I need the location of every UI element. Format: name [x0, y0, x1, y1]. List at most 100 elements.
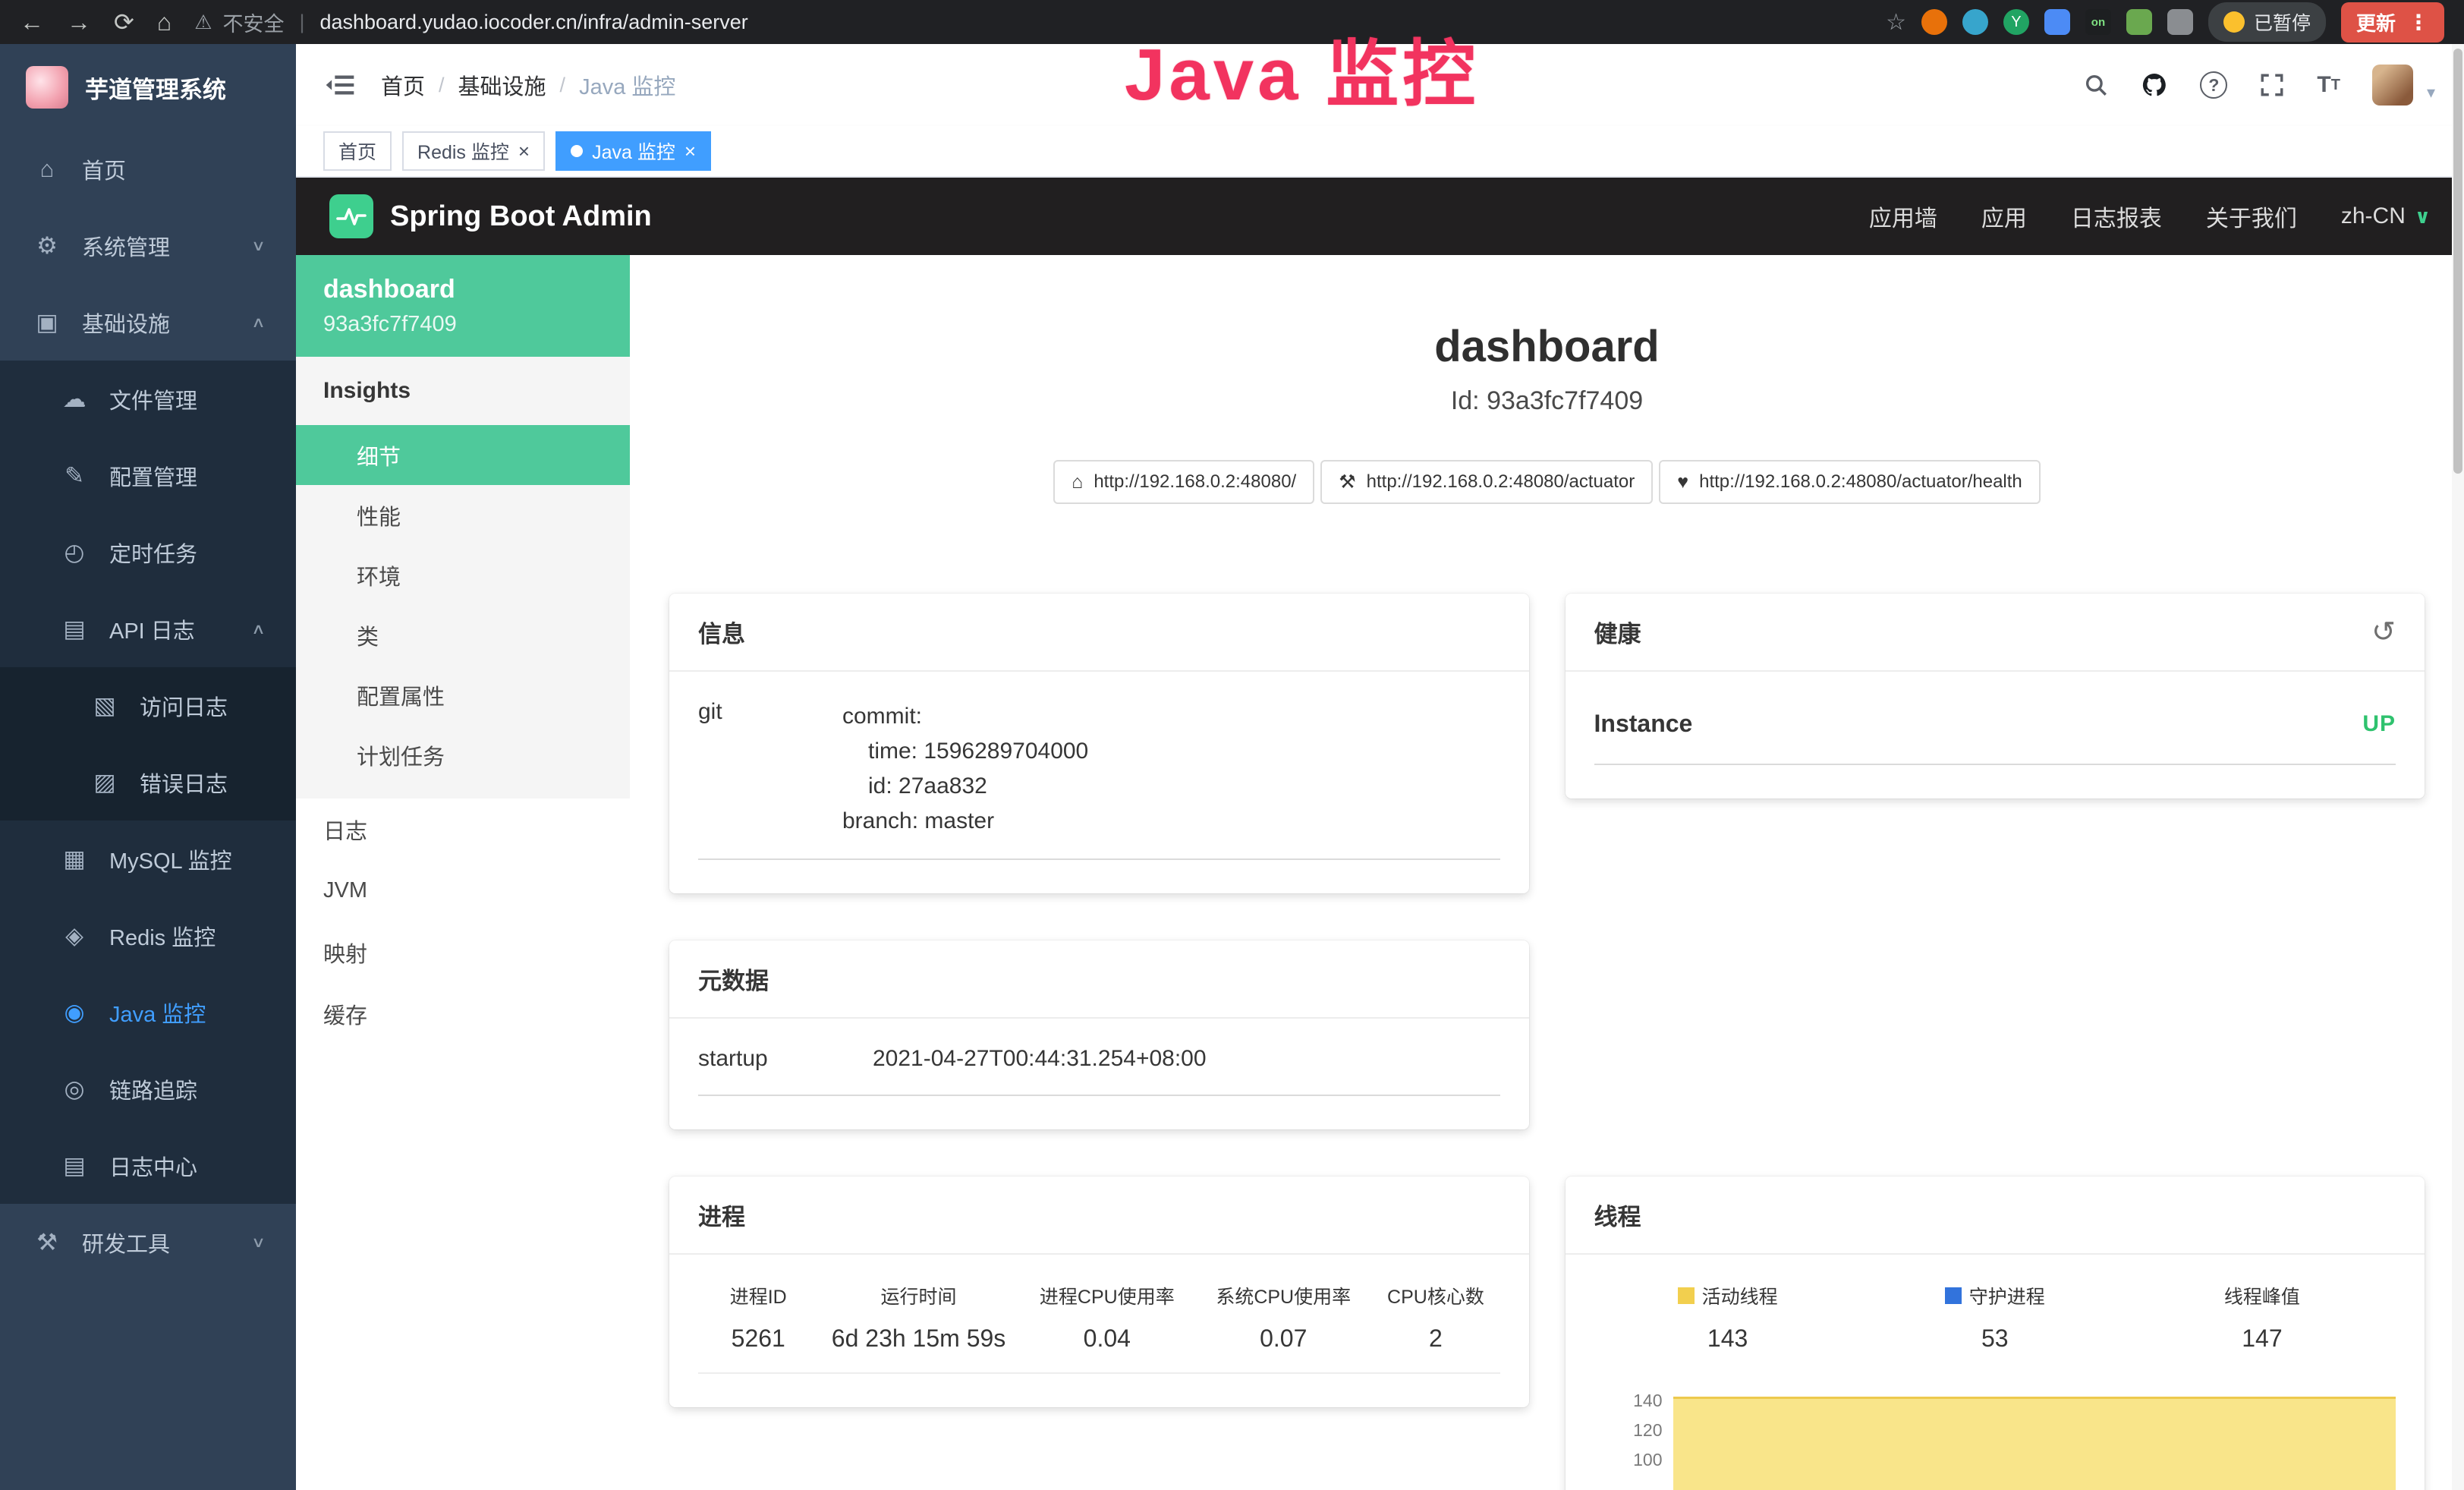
actuator-url-button[interactable]: ⚒ http://192.168.0.2:48080/actuator [1320, 460, 1653, 504]
sidebar-item-file-mgmt[interactable]: ☁ 文件管理 [0, 361, 296, 437]
process-card-title: 进程 [698, 1198, 745, 1232]
menu-item-details[interactable]: 细节 [296, 425, 630, 485]
process-header-uptime: 运行时间 [818, 1282, 1018, 1309]
nav-app-wall[interactable]: 应用墙 [1869, 200, 1937, 233]
extension-puzzle-icon[interactable] [2167, 9, 2193, 35]
sidebar-item-scheduled-tasks[interactable]: ◴ 定时任务 [0, 514, 296, 591]
extension-icon-5[interactable] [2126, 9, 2152, 35]
menu-item-scheduled-tasks[interactable]: 计划任务 [296, 725, 630, 785]
sidebar-item-trace[interactable]: ◎ 链路追踪 [0, 1051, 296, 1127]
nav-about[interactable]: 关于我们 [2206, 200, 2297, 233]
process-header-pid: 进程ID [698, 1282, 818, 1309]
extension-on-badge-icon[interactable]: on [2085, 9, 2111, 35]
extension-icon-1[interactable] [1921, 9, 1947, 35]
menu-item-caches[interactable]: 缓存 [296, 983, 630, 1044]
app-logo [26, 66, 68, 109]
log-center-icon: ▤ [59, 1152, 90, 1180]
breadcrumb-infrastructure[interactable]: 基础设施 [458, 69, 546, 101]
sidebar-item-access-logs[interactable]: ▧ 访问日志 [0, 667, 296, 744]
sidebar-item-mysql-monitor[interactable]: ▦ MySQL 监控 [0, 821, 296, 897]
sidebar-collapse-icon[interactable] [325, 72, 355, 98]
home-icon[interactable]: ⌂ [157, 8, 172, 36]
menu-item-beans[interactable]: 类 [296, 605, 630, 665]
help-icon[interactable]: ? [2200, 71, 2227, 99]
paused-label: 已暂停 [2254, 8, 2311, 36]
sidebar-item-infrastructure[interactable]: ▣ 基础设施 ∧ [0, 284, 296, 361]
caret-down-icon[interactable]: ▾ [2427, 83, 2435, 106]
history-icon[interactable]: ↺ [2371, 618, 2396, 647]
instance-header[interactable]: dashboard 93a3fc7f7409 [296, 255, 630, 357]
health-key: Instance [1594, 710, 1693, 738]
nav-applications[interactable]: 应用 [1981, 200, 2027, 233]
tab-label: Java 监控 [592, 137, 675, 165]
instance-url-button[interactable]: ⌂ http://192.168.0.2:48080/ [1053, 460, 1314, 504]
nav-journal[interactable]: 日志报表 [2071, 200, 2162, 233]
app-title: 芋道管理系统 [85, 71, 226, 105]
scrollbar-thumb[interactable] [2453, 49, 2462, 474]
update-button[interactable]: 更新 ⋮ [2341, 2, 2444, 43]
avatar[interactable] [2372, 65, 2413, 106]
chevron-down-icon: ∨ [251, 237, 266, 254]
close-icon[interactable]: × [684, 141, 696, 161]
sba-logo-icon[interactable] [329, 194, 373, 238]
tab-redis-monitor[interactable]: Redis 监控 × [402, 131, 545, 171]
font-size-icon[interactable]: TT [2317, 72, 2340, 98]
browser-menu-icon[interactable]: ⋮ [2408, 10, 2429, 35]
legend-value: 53 [1861, 1325, 2129, 1353]
api-log-icon: ▤ [59, 616, 90, 643]
app-logo-row[interactable]: 芋道管理系统 [0, 44, 296, 131]
locale-select[interactable]: zh-CN ∨ [2341, 203, 2431, 229]
paused-badge[interactable]: 已暂停 [2208, 2, 2326, 42]
sba-brand[interactable]: Spring Boot Admin [390, 200, 652, 233]
menu-item-loggers[interactable]: 日志 [296, 799, 630, 860]
menu-item-config-props[interactable]: 配置属性 [296, 665, 630, 725]
menu-item-jvm[interactable]: JVM [296, 860, 630, 921]
threads-chart-plot [1673, 1386, 2396, 1490]
fullscreen-icon[interactable] [2259, 72, 2285, 98]
sidebar-item-error-logs[interactable]: ▨ 错误日志 [0, 744, 296, 821]
back-icon[interactable]: ← [20, 8, 44, 36]
address-bar[interactable]: ⚠ 不安全 | dashboard.yudao.iocoder.cn/infra… [194, 8, 748, 37]
threads-legend: 活动线程 143 守护进程 [1594, 1282, 2396, 1353]
menu-item-metrics[interactable]: 性能 [296, 485, 630, 545]
legend-peak-threads: 线程峰值 147 [2129, 1282, 2396, 1353]
monitor-icon: ▣ [32, 309, 62, 336]
sidebar-item-dev-tools[interactable]: ⚒ 研发工具 ∨ [0, 1204, 296, 1281]
breadcrumb-home[interactable]: 首页 [381, 69, 425, 101]
url-text[interactable]: dashboard.yudao.iocoder.cn/infra/admin-s… [319, 11, 747, 34]
health-instance-row[interactable]: Instance UP [1594, 699, 2396, 765]
sidebar-item-home[interactable]: ⌂ 首页 [0, 131, 296, 207]
extension-icon-2[interactable] [1962, 9, 1988, 35]
menu-item-mappings[interactable]: 映射 [296, 921, 630, 983]
breadcrumb-separator: / [439, 74, 445, 97]
sidebar-item-label: 定时任务 [109, 537, 197, 569]
menu-item-environment[interactable]: 环境 [296, 545, 630, 605]
sidebar-item-system-mgmt[interactable]: ⚙ 系统管理 ∨ [0, 207, 296, 284]
health-card-title: 健康 [1594, 615, 1641, 649]
forward-icon[interactable]: → [67, 8, 91, 36]
sidebar-item-label: 日志中心 [109, 1150, 197, 1182]
wrench-icon: ⚒ [1339, 471, 1355, 493]
extension-icon-3[interactable]: Y [2003, 9, 2029, 35]
page-scrollbar[interactable] [2452, 44, 2464, 1490]
sidebar-item-label: 配置管理 [109, 460, 197, 492]
sidebar-item-log-center[interactable]: ▤ 日志中心 [0, 1127, 296, 1204]
process-header-syscpu: 系统CPU使用率 [1195, 1282, 1371, 1309]
git-id-line: id: 27aa832 [842, 769, 1088, 804]
github-icon[interactable] [2141, 71, 2168, 99]
refresh-icon[interactable]: ⟳ [114, 8, 134, 36]
sidebar-item-redis-monitor[interactable]: ◈ Redis 监控 [0, 897, 296, 974]
search-icon[interactable] [2083, 72, 2109, 98]
close-icon[interactable]: × [518, 141, 530, 161]
bookmark-star-icon[interactable]: ☆ [1886, 9, 1906, 36]
sidebar-item-java-monitor[interactable]: ◉ Java 监控 [0, 974, 296, 1051]
sidebar-item-label: 基础设施 [82, 307, 170, 339]
tab-home[interactable]: 首页 [323, 131, 392, 171]
sidebar-item-api-logs[interactable]: ▤ API 日志 ∧ [0, 591, 296, 667]
tab-java-monitor[interactable]: Java 监控 × [555, 131, 711, 171]
sidebar-item-label: 链路追踪 [109, 1073, 197, 1105]
health-url-button[interactable]: ♥ http://192.168.0.2:48080/actuator/heal… [1659, 460, 2041, 504]
extension-icon-4[interactable] [2044, 9, 2070, 35]
sidebar-item-config-mgmt[interactable]: ✎ 配置管理 [0, 437, 296, 514]
legend-active-threads: 活动线程 143 [1594, 1282, 1861, 1353]
